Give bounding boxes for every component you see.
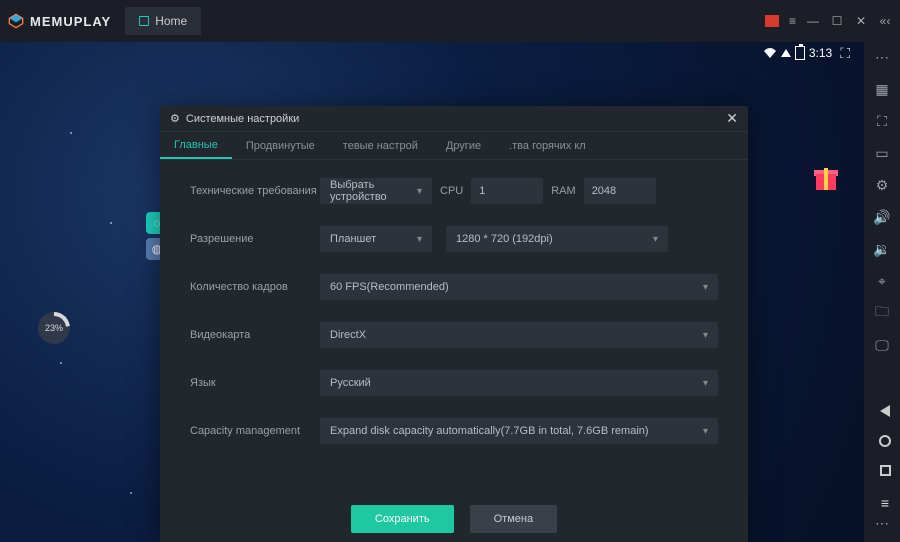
android-nav-buttons: ≡	[876, 405, 894, 512]
chevron-down-icon: ▾	[703, 378, 708, 389]
gpu-select[interactable]: DirectX▾	[320, 322, 718, 348]
system-settings-dialog: ⚙ Системные настройки ✕ Главные Продвину…	[160, 106, 748, 542]
device-select[interactable]: Выбрать устройство▾	[320, 178, 432, 204]
settings-icon[interactable]: ⚙	[873, 176, 891, 194]
fullscreen-icon[interactable]: ⛶	[873, 112, 891, 130]
battery-icon	[795, 46, 805, 60]
wifi-icon	[763, 47, 777, 59]
android-status-bar: 3:13 ⛶	[763, 42, 856, 64]
lang-select[interactable]: Русский▾	[320, 370, 718, 396]
home-button[interactable]	[879, 435, 891, 447]
save-button[interactable]: Сохранить	[351, 505, 454, 533]
signal-icon	[781, 49, 791, 57]
options-icon[interactable]: ⋯	[873, 48, 891, 66]
dialog-title: Системные настройки	[186, 113, 299, 125]
tab-other[interactable]: Другие	[432, 132, 495, 159]
capacity-label: Capacity management	[190, 425, 320, 437]
tab-main[interactable]: Главные	[160, 132, 232, 159]
dialog-tabs: Главные Продвинутые тевые настрой Другие…	[160, 132, 748, 160]
tab-home[interactable]: Home	[125, 7, 201, 35]
cancel-button[interactable]: Отмена	[470, 505, 557, 533]
grid-icon[interactable]: ▦	[873, 80, 891, 98]
emulator-viewport: 3:13 ⛶ ◌ ◍ 23% ⚙ Системные настройки ✕ Г…	[0, 42, 900, 542]
chevron-down-icon: ▾	[417, 186, 422, 197]
maximize-button[interactable]: ☐	[830, 14, 844, 28]
status-time: 3:13	[809, 46, 832, 60]
volume-down-icon[interactable]: 🔉	[873, 240, 891, 258]
titlebar: MEMUPLAY Home ≡ — ☐ ✕ «‹	[0, 0, 900, 42]
app-logo: MEMUPLAY	[8, 13, 111, 29]
progress-indicator[interactable]: 23%	[38, 312, 70, 344]
ram-input[interactable]	[584, 178, 656, 204]
back-button[interactable]	[880, 405, 890, 417]
gpu-label: Видеокарта	[190, 329, 320, 341]
capacity-select[interactable]: Expand disk capacity automatically(7.7GB…	[320, 418, 718, 444]
chevron-down-icon: ▾	[417, 234, 422, 245]
tab-network[interactable]: тевые настрой	[329, 132, 432, 159]
dialog-footer: Сохранить Отмена	[160, 492, 748, 542]
right-toolbar: ⋯ ▦ ⛶ ▭ ⚙ 🔊 🔉 ⌖ 🗀 🖵 ⋯ ≡	[864, 42, 900, 542]
home-icon	[139, 16, 149, 26]
chevron-down-icon: ▾	[653, 234, 658, 245]
window-controls: ≡ — ☐ ✕ «‹	[765, 14, 892, 28]
progress-value: 23%	[42, 316, 66, 340]
minimize-button[interactable]: —	[806, 14, 820, 28]
chevron-down-icon: ▾	[703, 282, 708, 293]
tech-req-label: Технические требования	[190, 185, 320, 197]
cpu-label: CPU	[440, 185, 463, 197]
menu-icon[interactable]: ≡	[789, 14, 796, 28]
notification-icon[interactable]	[765, 15, 779, 27]
tab-advanced[interactable]: Продвинутые	[232, 132, 329, 159]
gear-icon: ⚙	[170, 112, 180, 125]
more-icon[interactable]: ⋯	[873, 514, 891, 532]
app-window: MEMUPLAY Home ≡ — ☐ ✕ «‹ 3:13 ⛶	[0, 0, 900, 542]
window-icon[interactable]: ▭	[873, 144, 891, 162]
close-button[interactable]: ✕	[854, 14, 868, 28]
chevron-down-icon: ▾	[703, 330, 708, 341]
location-icon[interactable]: ⌖	[873, 272, 891, 290]
tab-home-label: Home	[155, 14, 187, 28]
screenshot-icon[interactable]: 🖵	[873, 336, 891, 354]
dialog-header: ⚙ Системные настройки ✕	[160, 106, 748, 132]
fullscreen-exit-icon[interactable]: ⛶	[840, 45, 850, 62]
dialog-body: Технические требования Выбрать устройств…	[160, 160, 748, 492]
brand-text: MEMUPLAY	[30, 14, 111, 29]
chevron-down-icon: ▾	[703, 426, 708, 437]
recent-button[interactable]	[880, 465, 891, 476]
lang-label: Язык	[190, 377, 320, 389]
cpu-input[interactable]	[471, 178, 543, 204]
resolution-value-select[interactable]: 1280 * 720 (192dpi)▾	[446, 226, 668, 252]
fps-label: Количество кадров	[190, 281, 320, 293]
gift-icon[interactable]	[812, 162, 840, 190]
volume-up-icon[interactable]: 🔊	[873, 208, 891, 226]
memu-logo-icon	[8, 13, 24, 29]
folder-icon[interactable]: 🗀	[873, 304, 891, 322]
resolution-label: Разрешение	[190, 233, 320, 245]
fps-select[interactable]: 60 FPS(Recommended)▾	[320, 274, 718, 300]
sidebar-toggle-icon[interactable]: «‹	[878, 14, 892, 28]
nav-more-icon[interactable]: ≡	[876, 494, 894, 512]
tab-hotkeys[interactable]: .тва горячих кл	[495, 132, 600, 159]
resolution-mode-select[interactable]: Планшет▾	[320, 226, 432, 252]
ram-label: RAM	[551, 185, 575, 197]
dialog-close-button[interactable]: ✕	[726, 110, 738, 127]
